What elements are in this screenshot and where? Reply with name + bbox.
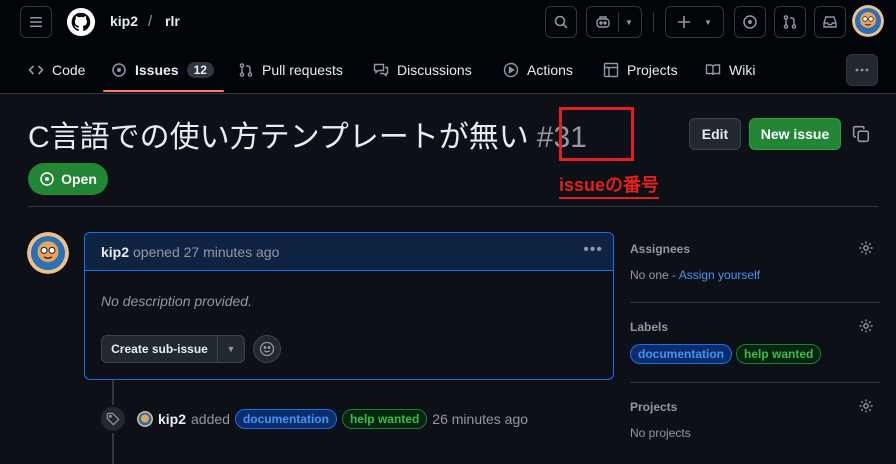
comment-meta: opened 27 minutes ago (133, 243, 280, 260)
copilot-button[interactable]: ▼ (586, 6, 642, 38)
inbox-button[interactable] (814, 6, 846, 38)
issues-counter: 12 (186, 62, 214, 78)
tab-issues[interactable]: Issues 12 (111, 50, 214, 90)
sidebar-divider (630, 302, 880, 303)
header: kip2 / rlr ▼ ▼ Code Issues 12 Pull reque… (0, 0, 896, 94)
issue-title: C言語での使い方テンプレートが無い #31 (28, 112, 587, 156)
breadcrumb-separator: / (148, 13, 153, 30)
tab-wiki[interactable]: Wiki (705, 50, 755, 90)
sidebar-divider (630, 382, 880, 383)
inbox-icon (823, 16, 837, 28)
event-author[interactable]: kip2 (158, 411, 186, 427)
copy-icon[interactable] (852, 125, 870, 143)
tab-code[interactable]: Code (28, 50, 85, 90)
pull-requests-button[interactable] (774, 6, 806, 38)
kebab-horizontal-icon (855, 68, 869, 72)
git-pull-request-icon (783, 15, 797, 29)
toolbar-divider (653, 12, 654, 32)
issues-button[interactable] (734, 6, 766, 38)
issue-opened-icon (112, 63, 126, 77)
author-avatar[interactable] (27, 232, 69, 274)
code-icon (28, 65, 44, 75)
issue-opened-icon (743, 15, 757, 29)
issue-body-comment: kip2 opened 27 minutes ago ••• No descri… (84, 232, 614, 380)
create-sub-issue-label[interactable]: Create sub-issue (102, 336, 218, 362)
plus-icon (678, 16, 690, 28)
tab-label: Discussions (397, 62, 472, 78)
divider (28, 206, 878, 207)
assignees-value: No one - (630, 268, 679, 282)
tab-actions[interactable]: Actions (503, 50, 573, 90)
tag-icon (99, 405, 127, 433)
annotation-highlight-box (559, 107, 634, 161)
comment-header: kip2 opened 27 minutes ago (85, 233, 613, 271)
book-icon (705, 64, 721, 76)
new-issue-button[interactable]: New issue (749, 118, 841, 150)
copilot-icon (596, 16, 610, 28)
gear-icon[interactable] (858, 240, 874, 256)
github-logo-icon[interactable] (66, 7, 96, 37)
tab-discussions[interactable]: Discussions (373, 50, 472, 90)
smiley-icon (259, 341, 275, 357)
issue-title-text: C言語での使い方テンプレートが無い (28, 121, 529, 154)
gear-icon[interactable] (858, 398, 874, 414)
label-help-wanted[interactable]: help wanted (341, 409, 428, 429)
play-icon (503, 62, 519, 78)
labels-heading: Labels (630, 320, 669, 334)
label-documentation[interactable]: documentation (630, 344, 732, 364)
tab-label: Pull requests (262, 62, 343, 78)
sidebar-projects: Projects No projects (630, 398, 880, 440)
add-reaction-button[interactable] (253, 335, 281, 363)
annotation-label: issueの番号 (559, 174, 660, 199)
label-help-wanted[interactable]: help wanted (736, 344, 822, 364)
active-tab-indicator (103, 90, 224, 92)
label-documentation[interactable]: documentation (234, 409, 337, 429)
top-bar: kip2 / rlr ▼ ▼ (0, 0, 896, 44)
tab-label: Actions (527, 62, 573, 78)
button-divider (618, 12, 619, 32)
issue-opened-icon (40, 172, 54, 186)
menu-icon[interactable] (20, 6, 52, 38)
sidebar-assignees: Assignees No one - Assign yourself (630, 240, 880, 282)
repo-nav-tabs: Code Issues 12 Pull requests Discussions… (0, 50, 896, 94)
comment-discussion-icon (373, 63, 389, 77)
chevron-down-icon: ▼ (625, 17, 633, 27)
tab-label: Code (52, 62, 86, 78)
comment-body: No description provided. (101, 293, 252, 309)
event-author-avatar[interactable] (137, 411, 153, 427)
breadcrumb-owner[interactable]: kip2 (110, 13, 138, 29)
event-time: 26 minutes ago (432, 411, 529, 427)
search-button[interactable] (545, 6, 577, 38)
tab-label: Projects (627, 62, 678, 78)
comment-options-icon[interactable]: ••• (583, 241, 603, 259)
create-sub-issue-button[interactable]: Create sub-issue ▼ (101, 335, 245, 363)
create-new-button[interactable]: ▼ (665, 6, 724, 38)
edit-button[interactable]: Edit (689, 118, 741, 150)
assign-yourself-link[interactable]: Assign yourself (679, 268, 760, 282)
chevron-down-icon: ▼ (704, 17, 712, 27)
tab-projects[interactable]: Projects (603, 50, 678, 90)
assignees-heading: Assignees (630, 242, 691, 256)
tab-label: Issues (135, 62, 179, 78)
comment-author[interactable]: kip2 (101, 244, 129, 260)
tab-label: Wiki (729, 62, 756, 78)
tab-pull-requests[interactable]: Pull requests (238, 50, 343, 90)
status-badge: Open (28, 163, 108, 195)
search-icon (554, 15, 568, 29)
breadcrumb-repo[interactable]: rlr (165, 13, 180, 29)
git-pull-request-icon (239, 63, 253, 77)
more-options-button[interactable] (846, 54, 878, 86)
projects-heading: Projects (630, 400, 678, 414)
projects-value: No projects (630, 426, 691, 440)
table-icon (603, 62, 619, 78)
gear-icon[interactable] (858, 318, 874, 334)
user-avatar[interactable] (852, 5, 884, 37)
sidebar-labels: Labels documentation help wanted (630, 318, 880, 364)
chevron-down-icon[interactable]: ▼ (218, 336, 244, 362)
timeline-event: kip2 added documentation help wanted 26 … (137, 409, 528, 429)
event-action: added (191, 411, 230, 427)
status-label: Open (61, 171, 97, 187)
